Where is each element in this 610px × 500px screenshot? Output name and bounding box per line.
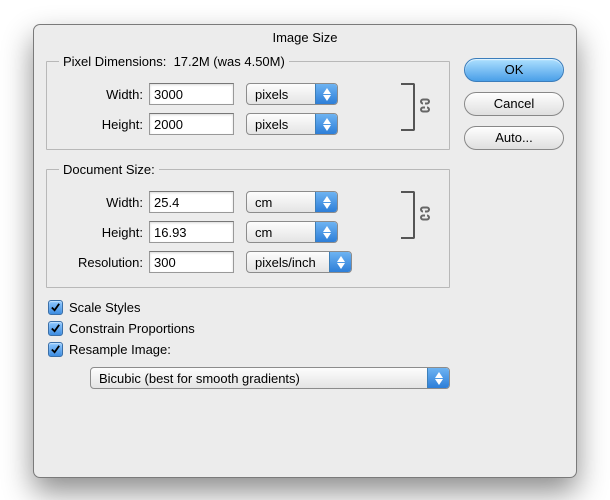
pixel-height-unit-select[interactable]: pixels [246,113,338,135]
chevron-updown-icon [315,192,337,212]
chevron-updown-icon [315,84,337,104]
document-size-legend: Document Size: [59,162,159,177]
dialog-title: Image Size [34,25,576,48]
ok-button[interactable]: OK [464,58,564,82]
resample-image-label: Resample Image: [69,342,171,357]
pixel-width-input[interactable] [149,83,234,105]
document-size-group: Document Size: Width: cm [46,162,450,288]
pixel-width-unit-select[interactable]: pixels [246,83,338,105]
cancel-button[interactable]: Cancel [464,92,564,116]
doc-width-label: Width: [59,195,149,210]
chevron-updown-icon [315,114,337,134]
chain-link-icon [419,206,431,225]
pixel-height-input[interactable] [149,113,234,135]
chevron-updown-icon [315,222,337,242]
chain-link-icon [419,98,431,117]
resolution-label: Resolution: [59,255,149,270]
pixel-width-label: Width: [59,87,149,102]
constrain-proportions-checkbox[interactable] [48,321,63,336]
scale-styles-label: Scale Styles [69,300,141,315]
dialog-content: Pixel Dimensions: 17.2M (was 4.50M) Widt… [34,48,576,399]
pixel-dimensions-legend: Pixel Dimensions: 17.2M (was 4.50M) [59,54,289,69]
constrain-link-indicator [397,79,439,135]
doc-height-input[interactable] [149,221,234,243]
resolution-unit-select[interactable]: pixels/inch [246,251,352,273]
scale-styles-checkbox[interactable] [48,300,63,315]
image-size-dialog: Image Size Pixel Dimensions: 17.2M (was … [33,24,577,478]
doc-height-label: Height: [59,225,149,240]
constrain-proportions-label: Constrain Proportions [69,321,195,336]
resample-image-checkbox[interactable] [48,342,63,357]
pixel-height-label: Height: [59,117,149,132]
resample-method-select[interactable]: Bicubic (best for smooth gradients) [90,367,450,389]
doc-width-unit-select[interactable]: cm [246,191,338,213]
doc-width-input[interactable] [149,191,234,213]
pixel-dimensions-group: Pixel Dimensions: 17.2M (was 4.50M) Widt… [46,54,450,150]
doc-height-unit-select[interactable]: cm [246,221,338,243]
resolution-input[interactable] [149,251,234,273]
auto-button[interactable]: Auto... [464,126,564,150]
chevron-updown-icon [329,252,351,272]
chevron-updown-icon [427,368,449,388]
constrain-link-indicator [397,187,439,243]
